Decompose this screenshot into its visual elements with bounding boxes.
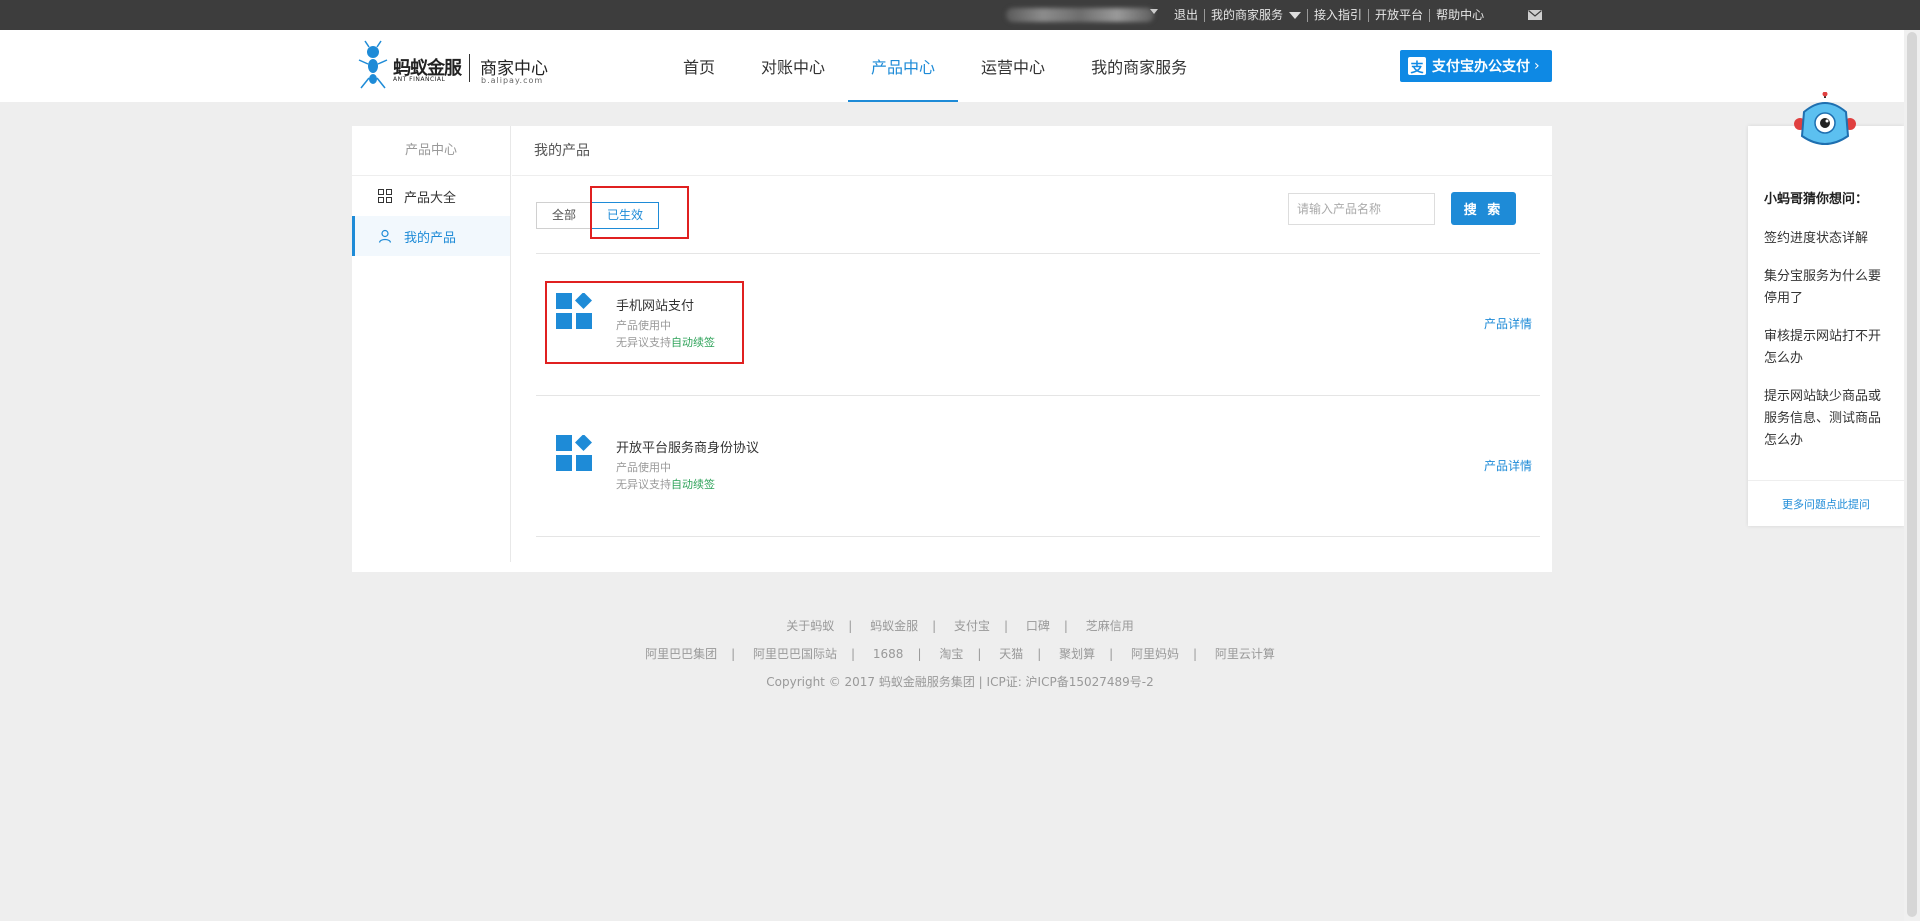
footer-link[interactable]: 口碑	[1026, 619, 1050, 633]
logout-link[interactable]: 退出	[1168, 8, 1206, 22]
product-item: 开放平台服务商身份协议 产品使用中 无异议支持自动续签 产品详情	[536, 423, 1540, 523]
my-merchant-service-label: 我的商家服务	[1211, 7, 1284, 22]
mail-icon[interactable]	[1528, 10, 1542, 20]
help-center-link[interactable]: 帮助中心	[1430, 8, 1490, 22]
logo-divider	[469, 54, 470, 82]
divider	[536, 536, 1540, 537]
top-bar: 退出 我的商家服务 接入指引 开放平台 帮助中心	[0, 0, 1920, 30]
product-detail-link[interactable]: 产品详情	[1484, 457, 1532, 474]
divider	[1748, 480, 1904, 481]
footer-link[interactable]: 阿里云计算	[1215, 647, 1275, 661]
footer-row-1: 关于蚂蚁 | 蚂蚁金服 | 支付宝 | 口碑 | 芝麻信用	[786, 619, 1134, 633]
footer-link[interactable]: 1688	[873, 647, 904, 661]
my-merchant-service-link[interactable]: 我的商家服务	[1205, 7, 1309, 22]
nav-my-merchant-service[interactable]: 我的商家服务	[1068, 30, 1210, 102]
assistant-question[interactable]: 集分宝服务为什么要停用了	[1764, 266, 1892, 310]
product-icon	[556, 435, 592, 471]
access-guide-link[interactable]: 接入指引	[1308, 8, 1370, 22]
footer-row-2: 阿里巴巴集团 | 阿里巴巴国际站 | 1688 | 淘宝 | 天猫 | 聚划算 | 阿里妈妈…	[645, 647, 1275, 661]
nav-reconciliation[interactable]: 对账中心	[738, 30, 848, 102]
footer-link[interactable]: 关于蚂蚁	[786, 619, 834, 633]
product-status: 产品使用中	[616, 461, 671, 474]
product-name: 手机网站支付	[616, 299, 695, 314]
product-status: 产品使用中	[616, 319, 671, 332]
chevron-down-icon	[1289, 11, 1302, 19]
tab-effective[interactable]: 已生效	[591, 202, 660, 229]
search-button[interactable]: 搜 索	[1451, 192, 1516, 225]
nav-home[interactable]: 首页	[660, 30, 738, 102]
brand-name-en: ANT FINANCIAL	[393, 76, 446, 83]
footer-link[interactable]: 阿里妈妈	[1131, 647, 1179, 661]
sidebar: 产品中心 产品大全 我的产品	[352, 126, 511, 562]
assistant-panel: 小蚂哥猜你想问： 签约进度状态详解 集分宝服务为什么要停用了 审核提示网站打不开…	[1748, 92, 1904, 526]
product-renew: 无异议支持自动续签	[616, 334, 715, 350]
ask-more-link[interactable]: 更多问题点此提问	[1748, 496, 1904, 512]
assistant-question[interactable]: 签约进度状态详解	[1764, 228, 1892, 250]
alipay-office-pay-button[interactable]: 支 支付宝办公支付 ›	[1400, 50, 1552, 82]
scrollbar-thumb[interactable]	[1907, 32, 1917, 917]
divider	[536, 395, 1540, 396]
renew-prefix: 无异议支持	[616, 478, 671, 491]
sidebar-item-label: 我的产品	[404, 230, 457, 246]
footer-link[interactable]: 蚂蚁金服	[870, 619, 918, 633]
footer-link[interactable]: 天猫	[999, 647, 1023, 661]
alipay-icon: 支	[1408, 57, 1426, 76]
product-renew: 无异议支持自动续签	[616, 476, 715, 492]
footer: 关于蚂蚁 | 蚂蚁金服 | 支付宝 | 口碑 | 芝麻信用 阿里巴巴集团 | 阿里巴巴国际…	[0, 612, 1920, 696]
product-icon	[556, 293, 592, 329]
content-area: 我的产品 全部 已生效 搜 索 手机网站支付 产品使用中 无异议支持自动续签 产…	[512, 126, 1552, 572]
nav-product-center[interactable]: 产品中心	[848, 30, 959, 102]
merchant-center-url: b.alipay.com	[481, 76, 544, 85]
ant-logo-icon	[358, 40, 388, 89]
product-item: 手机网站支付 产品使用中 无异议支持自动续签 产品详情	[536, 281, 1540, 381]
sidebar-item-my-products[interactable]: 我的产品	[352, 216, 510, 256]
tab-all[interactable]: 全部	[536, 202, 593, 229]
filter-tabs: 全部 已生效	[536, 202, 660, 229]
renew-prefix: 无异议支持	[616, 336, 671, 349]
footer-link[interactable]: 聚划算	[1059, 647, 1095, 661]
product-search-input[interactable]	[1288, 193, 1435, 225]
footer-link[interactable]: 淘宝	[939, 647, 963, 661]
footer-link[interactable]: 阿里巴巴国际站	[753, 647, 837, 661]
page-scrollbar[interactable]	[1904, 30, 1920, 921]
main-panel: 产品中心 产品大全 我的产品 我的产品 全部 已生效 搜 索	[352, 126, 1552, 572]
grid-icon	[378, 189, 392, 203]
top-links: 退出 我的商家服务 接入指引 开放平台 帮助中心	[1168, 0, 1490, 30]
auto-renew-link[interactable]: 自动续签	[671, 478, 715, 491]
sidebar-item-all-products[interactable]: 产品大全	[352, 176, 510, 216]
footer-link[interactable]: 支付宝	[954, 619, 990, 633]
assistant-title: 小蚂哥猜你想问：	[1764, 192, 1869, 207]
robot-mascot-icon[interactable]	[1792, 92, 1858, 152]
footer-link[interactable]: 阿里巴巴集团	[645, 647, 717, 661]
assistant-question[interactable]: 审核提示网站打不开怎么办	[1764, 326, 1892, 370]
product-detail-link[interactable]: 产品详情	[1484, 315, 1532, 332]
sidebar-item-label: 产品大全	[404, 190, 457, 206]
sidebar-title: 产品中心	[352, 126, 510, 176]
chevron-right-icon: ›	[1534, 58, 1540, 74]
page-title: 我的产品	[512, 126, 1552, 176]
open-platform-link[interactable]: 开放平台	[1369, 8, 1431, 22]
username-blurred[interactable]	[1006, 8, 1154, 22]
user-dropdown-caret-icon[interactable]	[1150, 9, 1158, 14]
alipay-office-pay-label: 支付宝办公支付	[1432, 59, 1530, 75]
assistant-question-list: 签约进度状态详解 集分宝服务为什么要停用了 审核提示网站打不开怎么办 提示网站缺…	[1764, 228, 1892, 468]
logo[interactable]: 蚂蚁金服 ANT FINANCIAL 商家中心 b.alipay.com	[355, 40, 555, 90]
user-icon	[378, 229, 392, 243]
main-nav: 首页 对账中心 产品中心 运营中心 我的商家服务	[660, 30, 1210, 102]
divider	[536, 253, 1540, 254]
product-name: 开放平台服务商身份协议	[616, 441, 760, 456]
copyright: Copyright © 2017 蚂蚁金融服务集团 | ICP证: 沪ICP备1…	[766, 675, 1154, 689]
nav-operation-center[interactable]: 运营中心	[958, 30, 1068, 102]
assistant-question[interactable]: 提示网站缺少商品或服务信息、测试商品怎么办	[1764, 386, 1892, 452]
auto-renew-link[interactable]: 自动续签	[671, 336, 715, 349]
footer-link[interactable]: 芝麻信用	[1086, 619, 1134, 633]
